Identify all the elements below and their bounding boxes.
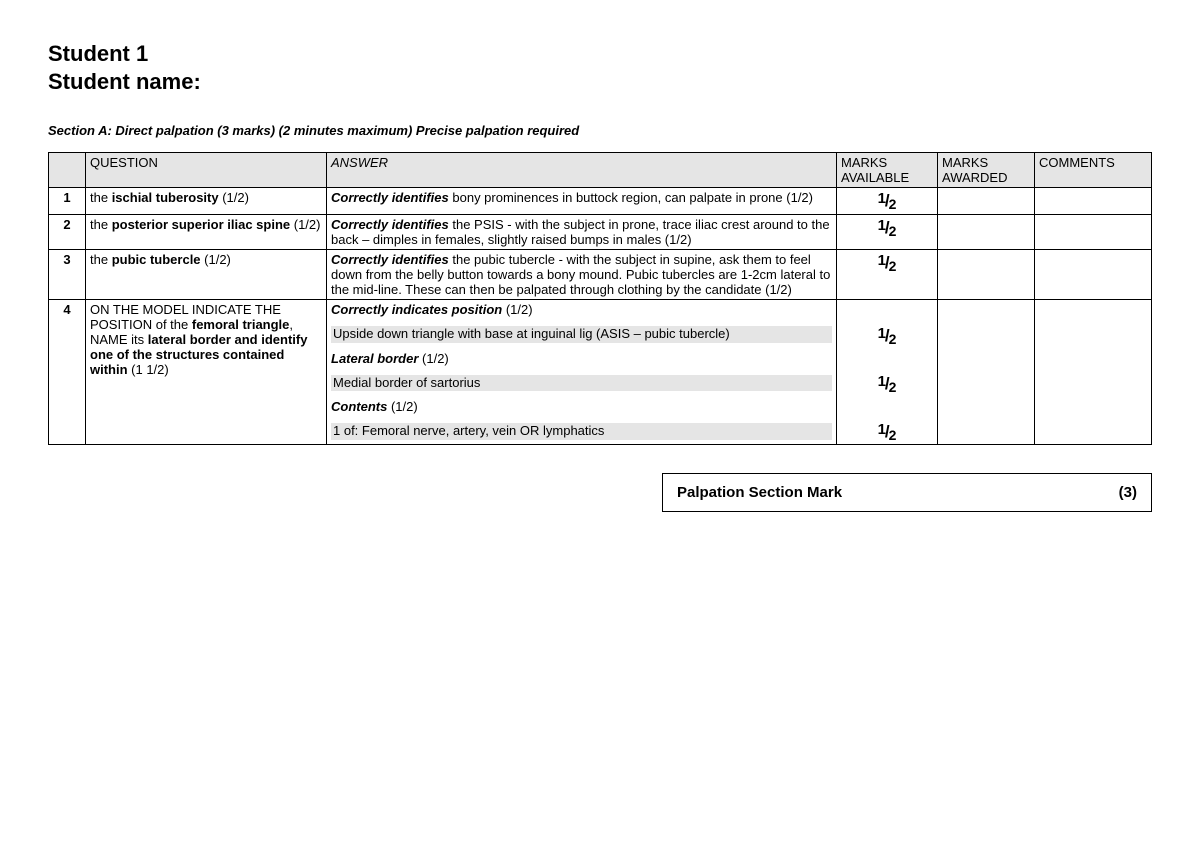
marks-awarded-cell [938,188,1035,215]
marks-available-cell: 1/2 [837,215,938,250]
comments-cell [1035,300,1152,445]
marks-awarded-cell [938,300,1035,445]
row-num: 3 [49,250,86,300]
a-bold: Contents [331,399,387,414]
answer-cell: Correctly identifies the pubic tubercle … [327,250,837,300]
q-suffix: (1/2) [219,190,249,205]
q-bold: posterior superior iliac spine [112,217,290,232]
table-row: 4 ON THE MODEL INDICATE THE POSITION of … [49,300,1152,445]
marks-awarded-cell [938,215,1035,250]
header-marks-available: MARKS AVAILABLE [837,153,938,188]
comments-cell [1035,188,1152,215]
answer-cell: Correctly identifies the PSIS - with the… [327,215,837,250]
q-text: (1 1/2) [128,362,169,377]
answer-cell: Correctly identifies bony prominences in… [327,188,837,215]
marks-awarded-cell [938,250,1035,300]
row-num: 1 [49,188,86,215]
q-bold: pubic tubercle [112,252,201,267]
table-row: 3 the pubic tubercle (1/2) Correctly ide… [49,250,1152,300]
a-shaded: Upside down triangle with base at inguin… [331,326,832,342]
table-row: 2 the posterior superior iliac spine (1/… [49,215,1152,250]
section-heading: Section A: Direct palpation (3 marks) (2… [48,123,1152,138]
header-question: QUESTION [86,153,327,188]
title-line-2: Student name: [48,69,201,94]
table-row: 1 the ischial tuberosity (1/2) Correctly… [49,188,1152,215]
marks-available-cell: 1/2 [837,188,938,215]
marks-available-cell: 1/2 [837,250,938,300]
a-rest: (1/2) [502,302,532,317]
a-bold: Lateral border [331,351,418,366]
q-prefix: the [90,190,112,205]
section-total-value: (3) [1119,484,1137,501]
half-mark: 1/2 [878,326,897,346]
a-rest: (1/2) [418,351,448,366]
question-cell: the posterior superior iliac spine (1/2) [86,215,327,250]
question-cell: the pubic tubercle (1/2) [86,250,327,300]
a-rest: (1/2) [387,399,417,414]
section-total-box: Palpation Section Mark (3) [662,473,1152,512]
comments-cell [1035,215,1152,250]
assessment-table: QUESTION ANSWER MARKS AVAILABLE MARKS AW… [48,152,1152,445]
q-bold: ischial tuberosity [112,190,219,205]
a-bold: Correctly identifies [331,190,449,205]
a-shaded: 1 of: Femoral nerve, artery, vein OR lym… [331,423,832,439]
page-title: Student 1 Student name: [48,40,1152,95]
question-cell: the ischial tuberosity (1/2) [86,188,327,215]
header-marks-awarded: MARKS AWARDED [938,153,1035,188]
a-bold: Correctly indicates position [331,302,502,317]
title-line-1: Student 1 [48,41,148,66]
q-suffix: (1/2) [201,252,231,267]
answer-cell: Correctly indicates position (1/2) Upsid… [327,300,837,445]
header-answer: ANSWER [327,153,837,188]
a-bold: Correctly identifies [331,217,449,232]
q-suffix: (1/2) [290,217,320,232]
a-bold: Correctly identifies [331,252,449,267]
section-total-label: Palpation Section Mark [677,484,842,501]
a-shaded: Medial border of sartorius [331,375,832,391]
header-comments: COMMENTS [1035,153,1152,188]
comments-cell [1035,250,1152,300]
header-blank [49,153,86,188]
half-mark: 1/2 [878,422,897,442]
row-num: 2 [49,215,86,250]
row-num: 4 [49,300,86,445]
marks-available-cell: 1/2 1/2 1/2 [837,300,938,445]
question-cell: ON THE MODEL INDICATE THE POSITION of th… [86,300,327,445]
half-mark: 1/2 [878,374,897,394]
q-prefix: the [90,252,112,267]
q-prefix: the [90,217,112,232]
q-bold: femoral triangle [192,317,290,332]
a-rest: bony prominences in buttock region, can … [449,190,813,205]
header-row: QUESTION ANSWER MARKS AVAILABLE MARKS AW… [49,153,1152,188]
